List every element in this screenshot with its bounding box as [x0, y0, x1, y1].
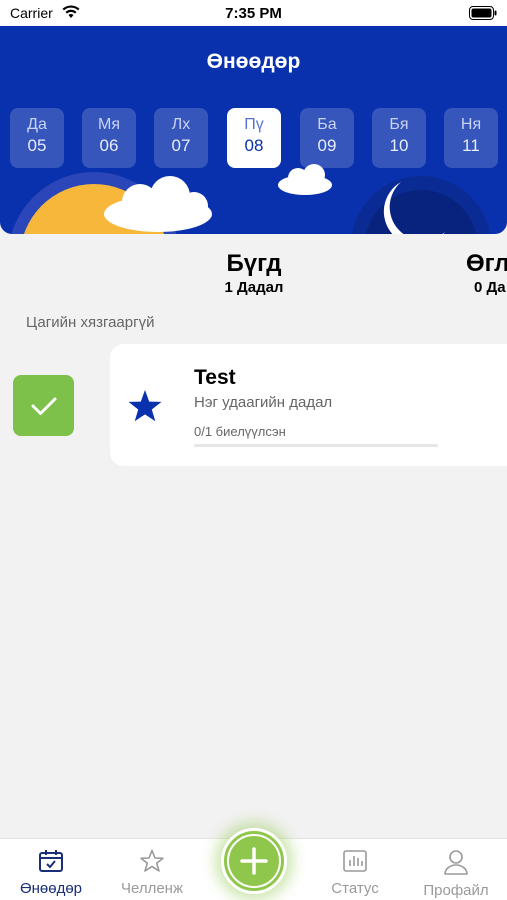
summary-all[interactable]: Бүгд 1 Дадал: [206, 250, 302, 296]
complete-checkbox[interactable]: [13, 375, 74, 436]
day-item-08-selected[interactable]: Пү 08: [227, 108, 281, 168]
day-item-09[interactable]: Ба 09: [300, 108, 354, 168]
day-name: Бя: [389, 116, 409, 133]
star-outline-icon: [140, 849, 164, 872]
habit-card[interactable]: Test Нэг удаагийн дадал 0/1 биелүүлсэн: [110, 344, 507, 466]
habit-title: Test: [194, 366, 236, 389]
summary-morning[interactable]: Өгл 0 Да: [466, 250, 507, 296]
day-name: Лх: [171, 116, 191, 133]
tab-challenge[interactable]: Челленж: [102, 849, 202, 897]
habit-subtitle: Нэг удаагийн дадал: [194, 394, 333, 411]
day-name: Ба: [317, 116, 337, 133]
check-icon: [31, 397, 57, 415]
cloud-icon: [276, 164, 334, 201]
day-number: 07: [171, 136, 191, 155]
day-name: Мя: [98, 116, 120, 133]
day-item-05[interactable]: Да 05: [10, 108, 64, 168]
day-item-10[interactable]: Бя 10: [372, 108, 426, 168]
add-habit-button[interactable]: [221, 828, 287, 894]
day-name: Ня: [460, 116, 482, 133]
header: Өнөөдөр Да 05 Мя 06 Лх 07 Пү 08 Ба 09 Бя…: [0, 26, 507, 234]
section-label: Цагийн хязгааргүй: [26, 314, 155, 331]
summary-all-count: 1 Дадал: [224, 279, 284, 296]
fab-ring: [227, 834, 281, 888]
clock: 7:35 PM: [225, 5, 282, 22]
summary-morning-count: 0 Да: [474, 279, 506, 296]
day-number: 11: [462, 136, 480, 155]
calendar-check-icon: [39, 850, 63, 872]
plus-icon: [240, 847, 268, 875]
page-title: Өнөөдөр: [206, 50, 301, 73]
day-item-11[interactable]: Ня 11: [444, 108, 498, 168]
day-name: Пү: [244, 116, 264, 133]
tab-today[interactable]: Өнөөдөр: [1, 849, 101, 897]
tab-today-label: Өнөөдөр: [19, 880, 83, 897]
habit-progress-bar: [194, 444, 438, 447]
moon-icon: [349, 174, 490, 234]
tab-profile[interactable]: Профайл: [406, 849, 506, 899]
summary-all-title: Бүгд: [226, 250, 282, 277]
day-number: 06: [99, 136, 119, 155]
day-number: 10: [389, 136, 409, 155]
day-item-07[interactable]: Лх 07: [154, 108, 208, 168]
day-item-06[interactable]: Мя 06: [82, 108, 136, 168]
day-number: 05: [27, 136, 47, 155]
user-icon: [444, 850, 468, 875]
tab-status[interactable]: Статус: [305, 849, 405, 897]
habit-progress-text: 0/1 биелүүлсэн: [194, 424, 286, 439]
star-icon: [127, 389, 163, 428]
status-bar: Carrier 7:35 PM: [0, 0, 507, 26]
day-name: Да: [27, 116, 47, 133]
day-number: 09: [317, 136, 337, 155]
tab-profile-label: Профайл: [423, 882, 489, 899]
battery-icon: [469, 6, 497, 24]
day-number: 08: [244, 136, 264, 155]
summary-morning-title: Өгл: [466, 250, 507, 277]
cloud-icon: [100, 176, 216, 234]
chart-icon: [343, 850, 367, 872]
tab-challenge-label: Челленж: [120, 880, 183, 897]
tab-status-label: Статус: [331, 880, 379, 897]
